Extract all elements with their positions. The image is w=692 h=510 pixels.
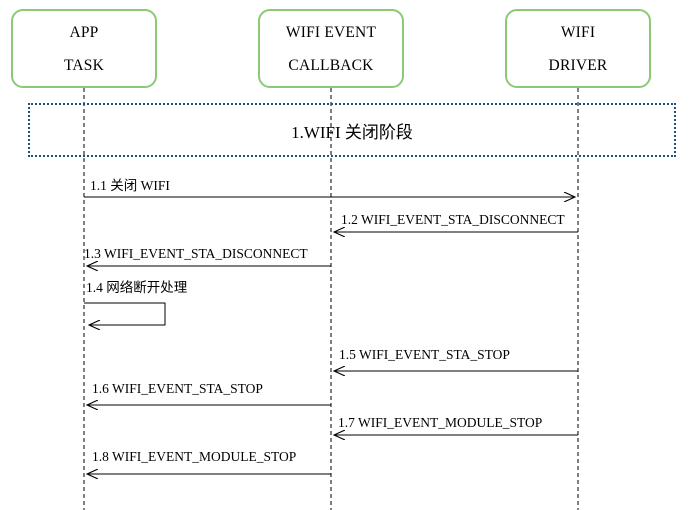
message-label-1-7: 1.7 WIFI_EVENT_MODULE_STOP bbox=[338, 415, 543, 430]
actor-label-line1: WIFI EVENT bbox=[285, 23, 377, 41]
actor-wifi-driver: WIFI DRIVER bbox=[505, 9, 651, 88]
phase-title: 1.WIFI 关闭阶段 bbox=[291, 122, 413, 142]
message-label-1-2: 1.2 WIFI_EVENT_STA_DISCONNECT bbox=[341, 212, 565, 227]
message-label-1-1: 1.1 关闭 WIFI bbox=[90, 178, 170, 193]
actor-label-line2: DRIVER bbox=[548, 56, 608, 74]
actor-label-line2: TASK bbox=[63, 56, 105, 74]
message-label-1-3: 1.3 WIFI_EVENT_STA_DISCONNECT bbox=[84, 246, 308, 261]
self-message-arrow bbox=[84, 302, 166, 325]
message-label-1-4: 1.4 网络断开处理 bbox=[86, 280, 188, 295]
actor-label-line1: WIFI bbox=[560, 23, 596, 41]
actor-label-line1: APP bbox=[69, 23, 99, 41]
actor-label-line2: CALLBACK bbox=[288, 56, 374, 74]
message-label-1-8: 1.8 WIFI_EVENT_MODULE_STOP bbox=[92, 449, 297, 464]
actor-app-task: APP TASK bbox=[11, 9, 157, 88]
phase-box: 1.WIFI 关闭阶段 bbox=[28, 103, 676, 157]
message-label-1-6: 1.6 WIFI_EVENT_STA_STOP bbox=[92, 381, 263, 396]
actor-wifi-event-callback: WIFI EVENT CALLBACK bbox=[258, 9, 404, 88]
message-label-1-5: 1.5 WIFI_EVENT_STA_STOP bbox=[339, 347, 510, 362]
